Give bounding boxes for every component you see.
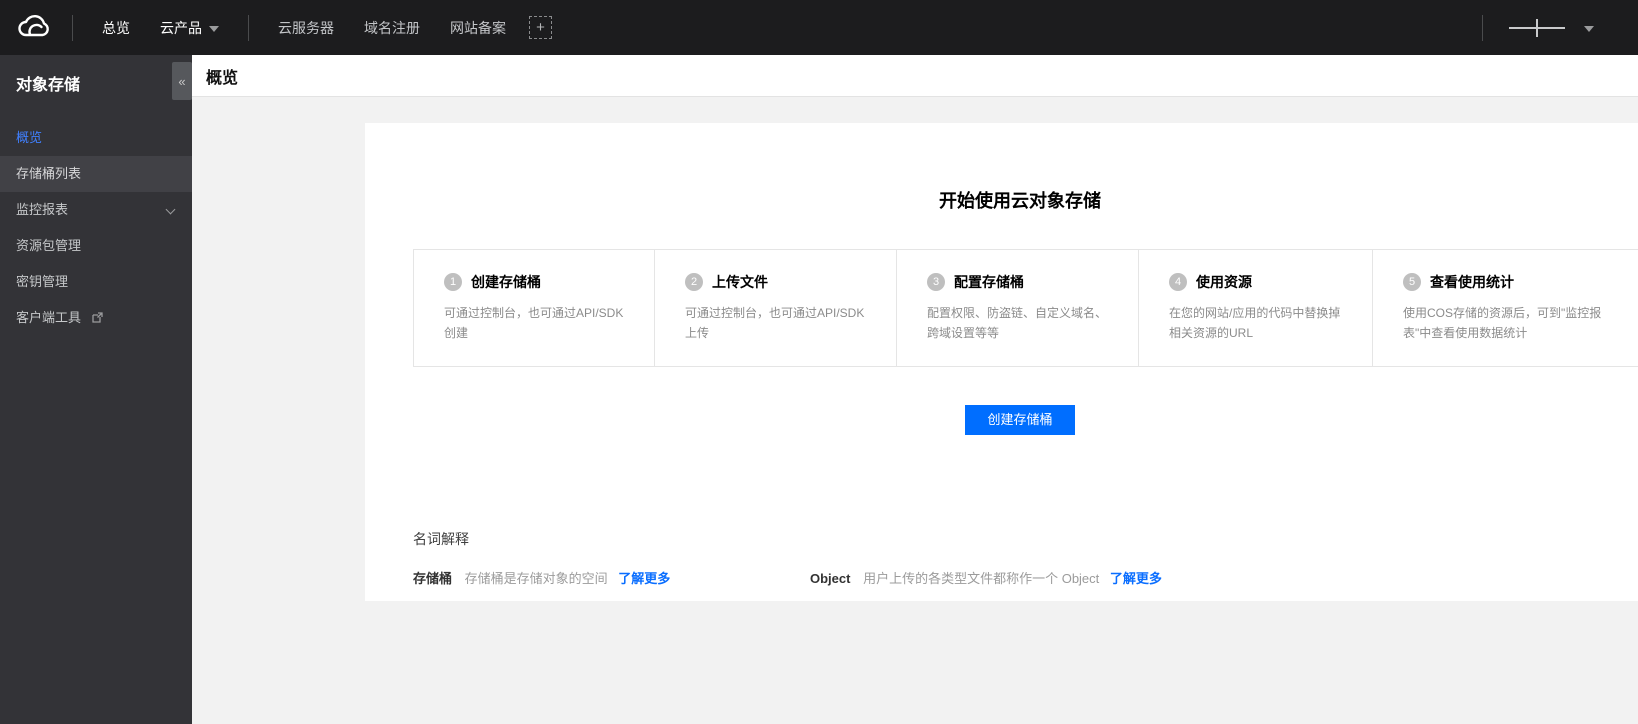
nav-overview[interactable]: 总览 — [102, 18, 130, 38]
step-number-badge: 1 — [444, 273, 462, 291]
learn-more-link[interactable]: 了解更多 — [1110, 571, 1162, 586]
getting-started-card: 开始使用云对象存储 1 创建存储桶 可通过控制台，也可通过API/SDK创建 2… — [365, 123, 1638, 601]
step-description: 在您的网站/应用的代码中替换掉相关资源的URL — [1169, 306, 1341, 340]
sidebar-item-key-management[interactable]: 密钥管理 — [0, 264, 192, 300]
glossary-entry-object: Object 用户上传的各类型文件都称作一个 Object 了解更多 — [810, 568, 1162, 587]
step-configure-bucket: 3 配置存储桶 配置权限、防盗链、自定义域名、跨域设置等等 — [896, 250, 1138, 366]
sidebar-item-bucket-list[interactable]: 存储桶列表 — [0, 156, 192, 192]
content-area: 开始使用云对象存储 1 创建存储桶 可通过控制台，也可通过API/SDK创建 2… — [192, 98, 1638, 724]
step-title: 创建存储桶 — [471, 274, 541, 290]
external-link-icon — [91, 301, 103, 337]
sidebar-item-label: 客户端工具 — [16, 310, 82, 325]
topbar-right — [1468, 14, 1638, 41]
divider — [248, 14, 249, 41]
divider — [1482, 14, 1483, 41]
step-title: 查看使用统计 — [1430, 274, 1514, 290]
step-title: 配置存储桶 — [954, 274, 1024, 290]
create-bucket-button[interactable]: 创建存储桶 — [965, 405, 1075, 435]
shortcut-cvm[interactable]: 云服务器 — [278, 18, 334, 38]
glossary-heading: 名词解释 — [413, 531, 469, 547]
tencent-cloud-logo[interactable] — [16, 14, 58, 41]
step-use-resources: 4 使用资源 在您的网站/应用的代码中替换掉相关资源的URL — [1138, 250, 1372, 366]
step-create-bucket: 1 创建存储桶 可通过控制台，也可通过API/SDK创建 — [414, 250, 654, 366]
main-header: 概览 — [192, 55, 1638, 97]
nav-cloud-products-label: 云产品 — [160, 19, 202, 36]
main-area: 概览 开始使用云对象存储 1 创建存储桶 可通过控制台，也可通过API/SDK创… — [192, 55, 1638, 724]
glossary-term: Object — [810, 571, 851, 586]
page-title: 概览 — [206, 69, 239, 87]
step-number-badge: 3 — [927, 273, 945, 291]
chevron-down-icon — [165, 204, 176, 215]
step-title: 上传文件 — [712, 274, 768, 290]
step-description: 配置权限、防盗链、自定义域名、跨域设置等等 — [927, 306, 1108, 340]
step-description: 可通过控制台，也可通过API/SDK上传 — [685, 306, 865, 340]
step-view-statistics: 5 查看使用统计 使用COS存储的资源后，可到"监控报表"中查看使用数据统计 — [1372, 250, 1638, 366]
card-title: 开始使用云对象存储 — [939, 191, 1101, 211]
glossary-definition: 用户上传的各类型文件都称作一个 Object — [863, 571, 1100, 586]
sidebar: 对象存储 « 概览 存储桶列表 监控报表 资源包管理 密钥管理 客户端工具 — [0, 55, 192, 724]
step-number-badge: 2 — [685, 273, 703, 291]
sidebar-item-label: 监控报表 — [16, 202, 69, 217]
sidebar-item-client-tools[interactable]: 客户端工具 — [0, 300, 192, 336]
sidebar-menu: 概览 存储桶列表 监控报表 资源包管理 密钥管理 客户端工具 — [0, 120, 192, 336]
glossary-row: 存储桶 存储桶是存储对象的空间 了解更多 Object 用户上传的各类型文件都称… — [413, 568, 1638, 587]
sidebar-title: 对象存储 — [16, 77, 81, 94]
glossary-term: 存储桶 — [413, 571, 453, 586]
shortcut-domain[interactable]: 域名注册 — [364, 18, 420, 38]
step-title: 使用资源 — [1196, 274, 1252, 290]
divider — [72, 14, 73, 41]
add-shortcut-button[interactable]: + — [529, 16, 552, 39]
nav-cloud-products[interactable]: 云产品 — [160, 18, 219, 38]
shortcut-icp[interactable]: 网站备案 — [450, 18, 506, 38]
glossary-entry-bucket: 存储桶 存储桶是存储对象的空间 了解更多 — [413, 568, 810, 587]
sidebar-item-resource-packs[interactable]: 资源包管理 — [0, 228, 192, 264]
step-description: 可通过控制台，也可通过API/SDK创建 — [444, 306, 624, 340]
caret-down-icon — [209, 25, 219, 32]
step-upload-file: 2 上传文件 可通过控制台，也可通过API/SDK上传 — [654, 250, 896, 366]
cta-row: 创建存储桶 — [365, 405, 1638, 435]
learn-more-link[interactable]: 了解更多 — [618, 571, 670, 586]
steps-box: 1 创建存储桶 可通过控制台，也可通过API/SDK创建 2 上传文件 可通过控… — [413, 249, 1638, 367]
step-number-badge: 4 — [1169, 273, 1187, 291]
sidebar-item-monitor-reports[interactable]: 监控报表 — [0, 192, 192, 228]
topbar: 总览 云产品 云服务器 域名注册 网站备案 + — [0, 0, 1638, 55]
sidebar-header: 对象存储 « — [0, 55, 192, 104]
step-number-badge: 5 — [1403, 273, 1421, 291]
caret-down-icon[interactable] — [1584, 25, 1594, 32]
sidebar-item-overview[interactable]: 概览 — [0, 120, 192, 156]
cloud-icon — [18, 15, 49, 37]
step-description: 使用COS存储的资源后，可到"监控报表"中查看使用数据统计 — [1403, 306, 1602, 340]
plus-icon[interactable] — [1509, 18, 1565, 38]
sidebar-collapse-button[interactable]: « — [172, 62, 192, 100]
glossary-definition: 存储桶是存储对象的空间 — [464, 571, 608, 586]
